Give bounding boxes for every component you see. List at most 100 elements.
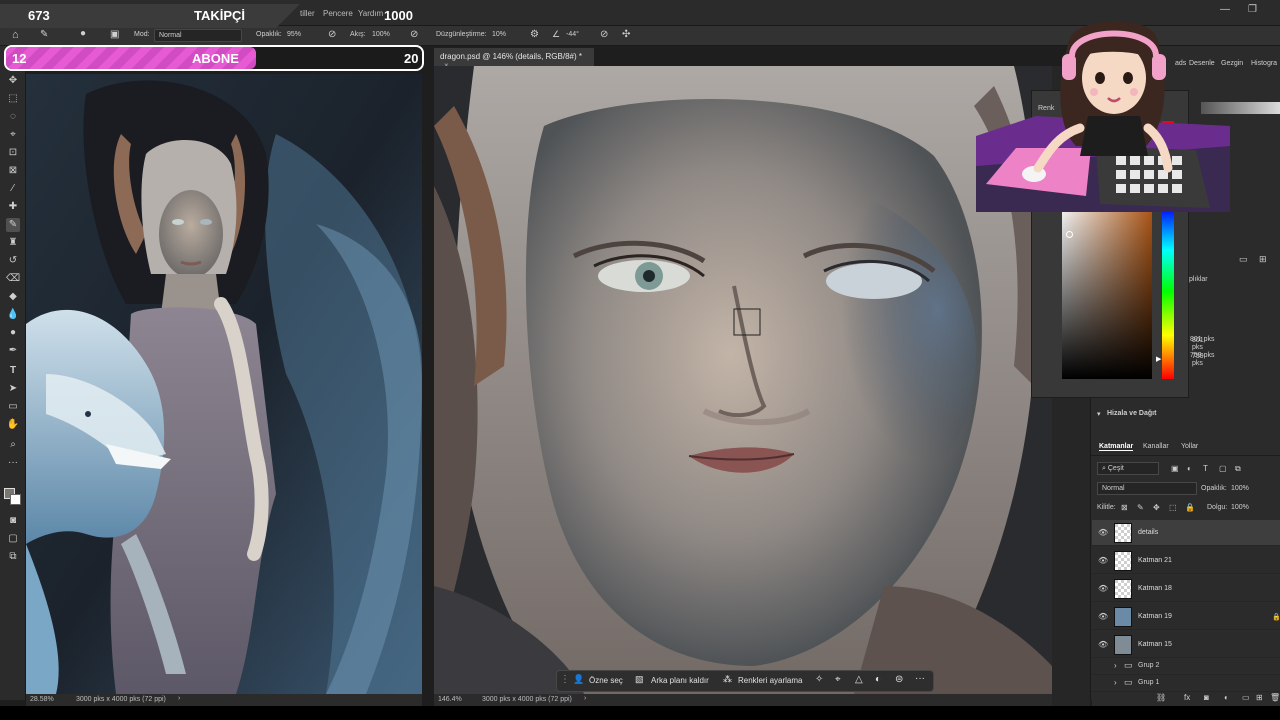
- smoothing-value[interactable]: 10%: [492, 31, 506, 38]
- menu-item-window[interactable]: Pencere: [323, 9, 353, 18]
- pressure-opacity-icon[interactable]: ⊘: [328, 29, 336, 40]
- mask-icon[interactable]: ◐: [875, 674, 881, 685]
- shape-tool-icon[interactable]: ▭: [6, 400, 20, 414]
- clone-stamp-tool-icon[interactable]: ♜: [6, 236, 20, 250]
- tab-histogram[interactable]: Histogra: [1251, 60, 1277, 67]
- eye-icon[interactable]: 👁: [1098, 584, 1108, 593]
- menu-item-plugins[interactable]: tiller: [300, 9, 315, 18]
- layer-row[interactable]: 👁 Katman 18: [1092, 576, 1280, 602]
- minimize-icon[interactable]: —: [1220, 4, 1230, 15]
- paint-bucket-tool-icon[interactable]: ◆: [6, 290, 20, 304]
- chevron-right-icon[interactable]: ›: [178, 695, 180, 702]
- artboard-icon[interactable]: ⧉: [6, 550, 20, 564]
- more-options-icon[interactable]: ···: [915, 673, 925, 684]
- healing-brush-tool-icon[interactable]: ✚: [6, 200, 20, 214]
- fill-value[interactable]: 100%: [1231, 504, 1249, 511]
- eye-icon[interactable]: 👁: [1098, 556, 1108, 565]
- layer-opacity-value[interactable]: 100%: [1231, 485, 1249, 492]
- add-icon[interactable]: ⊞: [1259, 254, 1267, 265]
- generative-icon[interactable]: ✧: [815, 674, 823, 685]
- color-picker-ring[interactable]: [1066, 231, 1073, 238]
- panel-divider[interactable]: [422, 46, 434, 706]
- triangle-icon[interactable]: △: [855, 674, 863, 685]
- history-brush-tool-icon[interactable]: ↺: [6, 254, 20, 268]
- blend-mode-select[interactable]: Normal: [1097, 482, 1197, 495]
- type-tool-icon[interactable]: T: [6, 364, 20, 378]
- eye-icon[interactable]: 👁: [1098, 528, 1108, 537]
- layer-group-row[interactable]: › ▭ Grup 2: [1092, 658, 1280, 675]
- eyedropper-tool-icon[interactable]: ⁄: [6, 182, 20, 196]
- zoom-tool-icon[interactable]: ⌕: [6, 438, 20, 452]
- tab-layers[interactable]: Katmanlar: [1099, 443, 1134, 451]
- quick-select-tool-icon[interactable]: ⌖: [6, 128, 20, 142]
- eye-icon[interactable]: 👁: [1098, 640, 1108, 649]
- brush-settings-icon[interactable]: ▣: [110, 29, 119, 40]
- adjust-colors-button[interactable]: Renkleri ayarlama: [738, 676, 802, 685]
- marquee-tool-icon[interactable]: ⬚: [6, 92, 20, 106]
- new-layer-icon[interactable]: ⊞: [1256, 693, 1263, 702]
- align-chevron-icon[interactable]: ▾: [1097, 410, 1101, 418]
- link-layers-icon[interactable]: ⛓: [1156, 693, 1166, 702]
- canvas-main[interactable]: [434, 66, 1052, 694]
- crop-tool-icon[interactable]: ⊡: [6, 146, 20, 160]
- symmetry-icon[interactable]: ✣: [622, 29, 630, 40]
- frame-tool-icon[interactable]: ⊠: [6, 164, 20, 178]
- layer-filter-select[interactable]: ⌕ Çeşit: [1097, 462, 1159, 475]
- lock-position-icon[interactable]: ✥: [1153, 503, 1160, 512]
- menu-item-help[interactable]: Yardım: [358, 9, 383, 18]
- blur-tool-icon[interactable]: 💧: [6, 308, 20, 322]
- select-icon[interactable]: ⌖: [835, 674, 841, 685]
- chevron-right-icon[interactable]: ›: [584, 695, 586, 702]
- align-panel-title[interactable]: Hizala ve Dağıt: [1107, 410, 1156, 417]
- lock-artboard-icon[interactable]: ⬚: [1169, 503, 1177, 512]
- gear-icon[interactable]: ⚙: [530, 29, 539, 40]
- layer-group-row[interactable]: › ▭ Grup 1: [1092, 675, 1280, 692]
- filter-shape-icon[interactable]: ▢: [1219, 464, 1227, 473]
- new-group-icon[interactable]: ▭: [1242, 693, 1250, 702]
- brush-tool-icon[interactable]: ✎: [6, 218, 20, 232]
- pressure-size-icon[interactable]: ⊘: [600, 29, 608, 40]
- home-icon[interactable]: ⌂: [12, 29, 19, 41]
- eye-icon[interactable]: 👁: [1098, 612, 1108, 621]
- eraser-tool-icon[interactable]: ⌫: [6, 272, 20, 286]
- trash-icon[interactable]: 🗑: [1270, 693, 1280, 702]
- flow-value[interactable]: 100%: [372, 31, 390, 38]
- canvas-overview[interactable]: [26, 74, 422, 694]
- filter-adjust-icon[interactable]: ◐: [1187, 464, 1192, 473]
- more-tools-icon[interactable]: ···: [6, 456, 20, 470]
- quick-mask-icon[interactable]: ◙: [6, 514, 20, 528]
- chevron-right-icon[interactable]: ›: [1114, 661, 1117, 670]
- lasso-tool-icon[interactable]: ◌: [6, 110, 20, 124]
- angle-value[interactable]: -44°: [566, 31, 579, 38]
- filter-pixel-icon[interactable]: ▣: [1171, 464, 1179, 473]
- opacity-value[interactable]: 95%: [287, 31, 301, 38]
- path-select-tool-icon[interactable]: ➤: [6, 382, 20, 396]
- hand-tool-icon[interactable]: ✋: [6, 418, 20, 432]
- layer-row[interactable]: 👁 Katman 15: [1092, 632, 1280, 658]
- layer-row[interactable]: 👁 Katman 21: [1092, 548, 1280, 574]
- filter-smart-icon[interactable]: ⧉: [1235, 464, 1241, 474]
- drag-handle-icon[interactable]: ⋮: [560, 674, 570, 685]
- lock-pixels-icon[interactable]: ⊠: [1121, 503, 1128, 512]
- select-subject-button[interactable]: Özne seç: [589, 676, 623, 685]
- lock-paint-icon[interactable]: ✎: [1137, 503, 1144, 512]
- chevron-right-icon[interactable]: ›: [1114, 678, 1117, 687]
- background-color-swatch[interactable]: [10, 494, 21, 505]
- lock-all-icon[interactable]: 🔒: [1185, 503, 1195, 512]
- add-mask-icon[interactable]: ◙: [1204, 693, 1209, 702]
- document-tab[interactable]: dragon.psd @ 146% (details, RGB/8#) * ×: [434, 48, 594, 70]
- maximize-icon[interactable]: ❐: [1248, 4, 1257, 15]
- hue-marker-icon[interactable]: ▶: [1156, 355, 1161, 363]
- brush-size-icon[interactable]: ●: [80, 28, 86, 39]
- adjustment-layer-icon[interactable]: ◐: [1224, 693, 1229, 702]
- zoom-readout-main[interactable]: 146.4%: [438, 696, 462, 703]
- transform-height[interactable]: 759 pks: [1190, 352, 1215, 359]
- pen-tool-icon[interactable]: ✒: [6, 344, 20, 358]
- folder-icon[interactable]: ▭: [1239, 254, 1248, 265]
- brush-preset-icon[interactable]: ✎: [40, 29, 48, 40]
- mode-select[interactable]: Normal: [154, 29, 242, 42]
- filter-type-icon[interactable]: T: [1203, 464, 1208, 473]
- color-field[interactable]: [1062, 201, 1152, 379]
- screen-mode-icon[interactable]: ▢: [6, 532, 20, 546]
- layer-row[interactable]: 👁 details: [1092, 520, 1280, 546]
